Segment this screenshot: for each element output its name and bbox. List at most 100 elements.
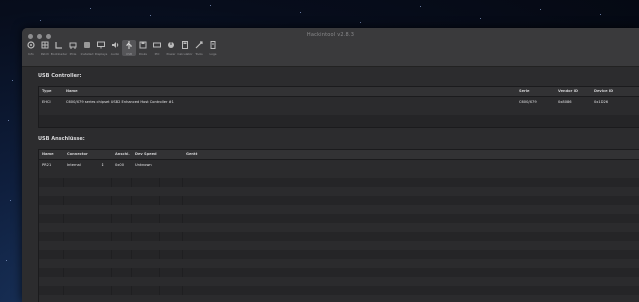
speaker-icon bbox=[112, 42, 119, 48]
toolbar-item-label: USB bbox=[125, 52, 133, 56]
column-header[interactable]: Device ID bbox=[594, 89, 613, 93]
toolbar-item-label: Tools bbox=[195, 52, 203, 56]
column-header[interactable]: Type bbox=[42, 89, 51, 93]
table-row[interactable] bbox=[39, 241, 639, 250]
toolbar-item-pcie[interactable]: PCIe bbox=[66, 40, 80, 56]
toolbar-item-label: Audio bbox=[110, 52, 120, 56]
toolbar-item-label: Patch bbox=[40, 52, 50, 56]
toolbar-item-displays[interactable]: Displays bbox=[94, 40, 108, 56]
window-title: Hackintool v2.8.3 bbox=[306, 32, 355, 38]
table-row[interactable]: EHCI C600/X79 series chipset USB2 Enhanc… bbox=[39, 97, 639, 106]
table-row[interactable] bbox=[39, 187, 639, 196]
vendor-id-cell: 0x8086 bbox=[558, 99, 572, 104]
package-icon bbox=[84, 42, 90, 48]
power-icon bbox=[168, 42, 174, 48]
toolbar-item-logs[interactable]: Logs bbox=[206, 40, 220, 56]
toolbar-item-label: Calculator bbox=[177, 52, 193, 56]
table-row[interactable] bbox=[39, 115, 639, 124]
column-header[interactable]: Name bbox=[66, 89, 78, 93]
table-row[interactable] bbox=[39, 223, 639, 232]
toolbar-item-pci[interactable]: PCI bbox=[150, 40, 164, 56]
toolbar: Info Patch Bootloader PCIe Installed Displays… bbox=[24, 40, 220, 56]
column-header[interactable]: Name bbox=[42, 152, 54, 156]
toolbar-item-installed[interactable]: Installed bbox=[80, 40, 94, 56]
toolbar-item-label: Displays bbox=[94, 52, 108, 56]
toolbar-item-label: PCI bbox=[154, 52, 160, 56]
table-row[interactable] bbox=[39, 250, 639, 259]
star-dot bbox=[10, 200, 11, 201]
table-row[interactable] bbox=[39, 205, 639, 214]
hackintool-window: Hackintool v2.8.3 Info Patch Bootloader PCI… bbox=[22, 28, 639, 302]
pcie-icon bbox=[69, 42, 77, 49]
toolbar-item-disks[interactable]: Disks bbox=[136, 40, 150, 56]
column-header[interactable]: Vendor ID bbox=[558, 89, 578, 93]
table-row[interactable] bbox=[39, 196, 639, 205]
table-row[interactable] bbox=[39, 277, 639, 286]
usb-controller-label: USB Controller: bbox=[38, 73, 82, 79]
column-header[interactable]: Anschl. bbox=[115, 152, 130, 156]
log-icon bbox=[210, 41, 216, 49]
toolbar-item-info[interactable]: Info bbox=[24, 40, 38, 56]
column-header[interactable]: Serie bbox=[519, 89, 529, 93]
toolbar-item-label: Logs bbox=[209, 52, 217, 56]
star-dot bbox=[6, 260, 7, 261]
star-dot bbox=[360, 22, 361, 23]
speed-cell: Unknown bbox=[135, 162, 152, 167]
toolbar-item-power[interactable]: Power bbox=[164, 40, 178, 56]
star-dot bbox=[600, 14, 601, 15]
table-row[interactable]: PR21 Internal ↕ 0x00 Unknown bbox=[39, 160, 639, 169]
toolbar-item-tools[interactable]: Tools bbox=[192, 40, 206, 56]
toolbar-item-label: PCIe bbox=[69, 52, 77, 56]
toolbar-item-label: Disks bbox=[138, 52, 147, 56]
usb-ports-table: Name Connector Anschl. Dev Speed Gerät P… bbox=[38, 149, 639, 302]
gear-icon bbox=[27, 41, 35, 49]
type-cell: EHCI bbox=[42, 99, 51, 104]
usb-controller-table: Type Name Serie Vendor ID Device ID EHCI… bbox=[38, 86, 639, 128]
toolbar-item-bootloader[interactable]: Bootloader bbox=[51, 40, 67, 56]
name-cell: C600/X79 series chipset USB2 Enhanced Ho… bbox=[66, 99, 174, 104]
port-name-cell: PR21 bbox=[42, 162, 52, 167]
column-header[interactable]: Dev Speed bbox=[135, 152, 157, 156]
column-header[interactable]: Gerät bbox=[186, 152, 197, 156]
star-dot bbox=[300, 12, 301, 13]
star-dot bbox=[210, 5, 211, 6]
table-row[interactable] bbox=[39, 106, 639, 115]
toolbar-item-calculator[interactable]: Calculator bbox=[177, 40, 193, 56]
table-body: PR21 Internal ↕ 0x00 Unknown bbox=[39, 160, 639, 302]
toolbar-item-label: Info bbox=[28, 52, 34, 56]
title-bar: Hackintool v2.8.3 Info Patch Bootloader PCI… bbox=[22, 28, 639, 67]
star-dot bbox=[540, 9, 541, 10]
star-dot bbox=[420, 6, 421, 7]
column-header[interactable]: Connector bbox=[67, 152, 88, 156]
toolbar-item-usb[interactable]: USB bbox=[122, 40, 136, 56]
pci-icon bbox=[153, 42, 161, 48]
table-body: EHCI C600/X79 series chipset USB2 Enhanc… bbox=[39, 97, 639, 124]
table-row[interactable] bbox=[39, 169, 639, 178]
table-row[interactable] bbox=[39, 214, 639, 223]
star-dot bbox=[150, 15, 151, 16]
toolbar-item-label: Power bbox=[166, 52, 176, 56]
table-row[interactable] bbox=[39, 268, 639, 277]
table-row[interactable] bbox=[39, 286, 639, 295]
display-icon bbox=[97, 41, 105, 49]
connector-stepper-icon[interactable]: ↕ bbox=[101, 163, 104, 167]
calculator-icon bbox=[182, 41, 188, 49]
boot-icon bbox=[55, 42, 62, 49]
usb-icon bbox=[126, 41, 132, 49]
table-header: Type Name Serie Vendor ID Device ID bbox=[39, 87, 639, 97]
toolbar-item-audio[interactable]: Audio bbox=[108, 40, 122, 56]
puzzle-icon bbox=[41, 41, 49, 49]
star-dot bbox=[40, 20, 41, 21]
table-header: Name Connector Anschl. Dev Speed Gerät bbox=[39, 150, 639, 160]
table-row[interactable] bbox=[39, 259, 639, 268]
disk-icon bbox=[139, 41, 147, 49]
tools-icon bbox=[195, 41, 203, 49]
star-dot bbox=[480, 18, 481, 19]
toolbar-item-label: Installed bbox=[80, 52, 94, 56]
table-row[interactable] bbox=[39, 295, 639, 302]
device-id-cell: 0x1D26 bbox=[594, 99, 609, 104]
table-row[interactable] bbox=[39, 232, 639, 241]
connector-cell[interactable]: Internal bbox=[67, 163, 81, 167]
star-dot bbox=[90, 8, 91, 9]
table-row[interactable] bbox=[39, 178, 639, 187]
